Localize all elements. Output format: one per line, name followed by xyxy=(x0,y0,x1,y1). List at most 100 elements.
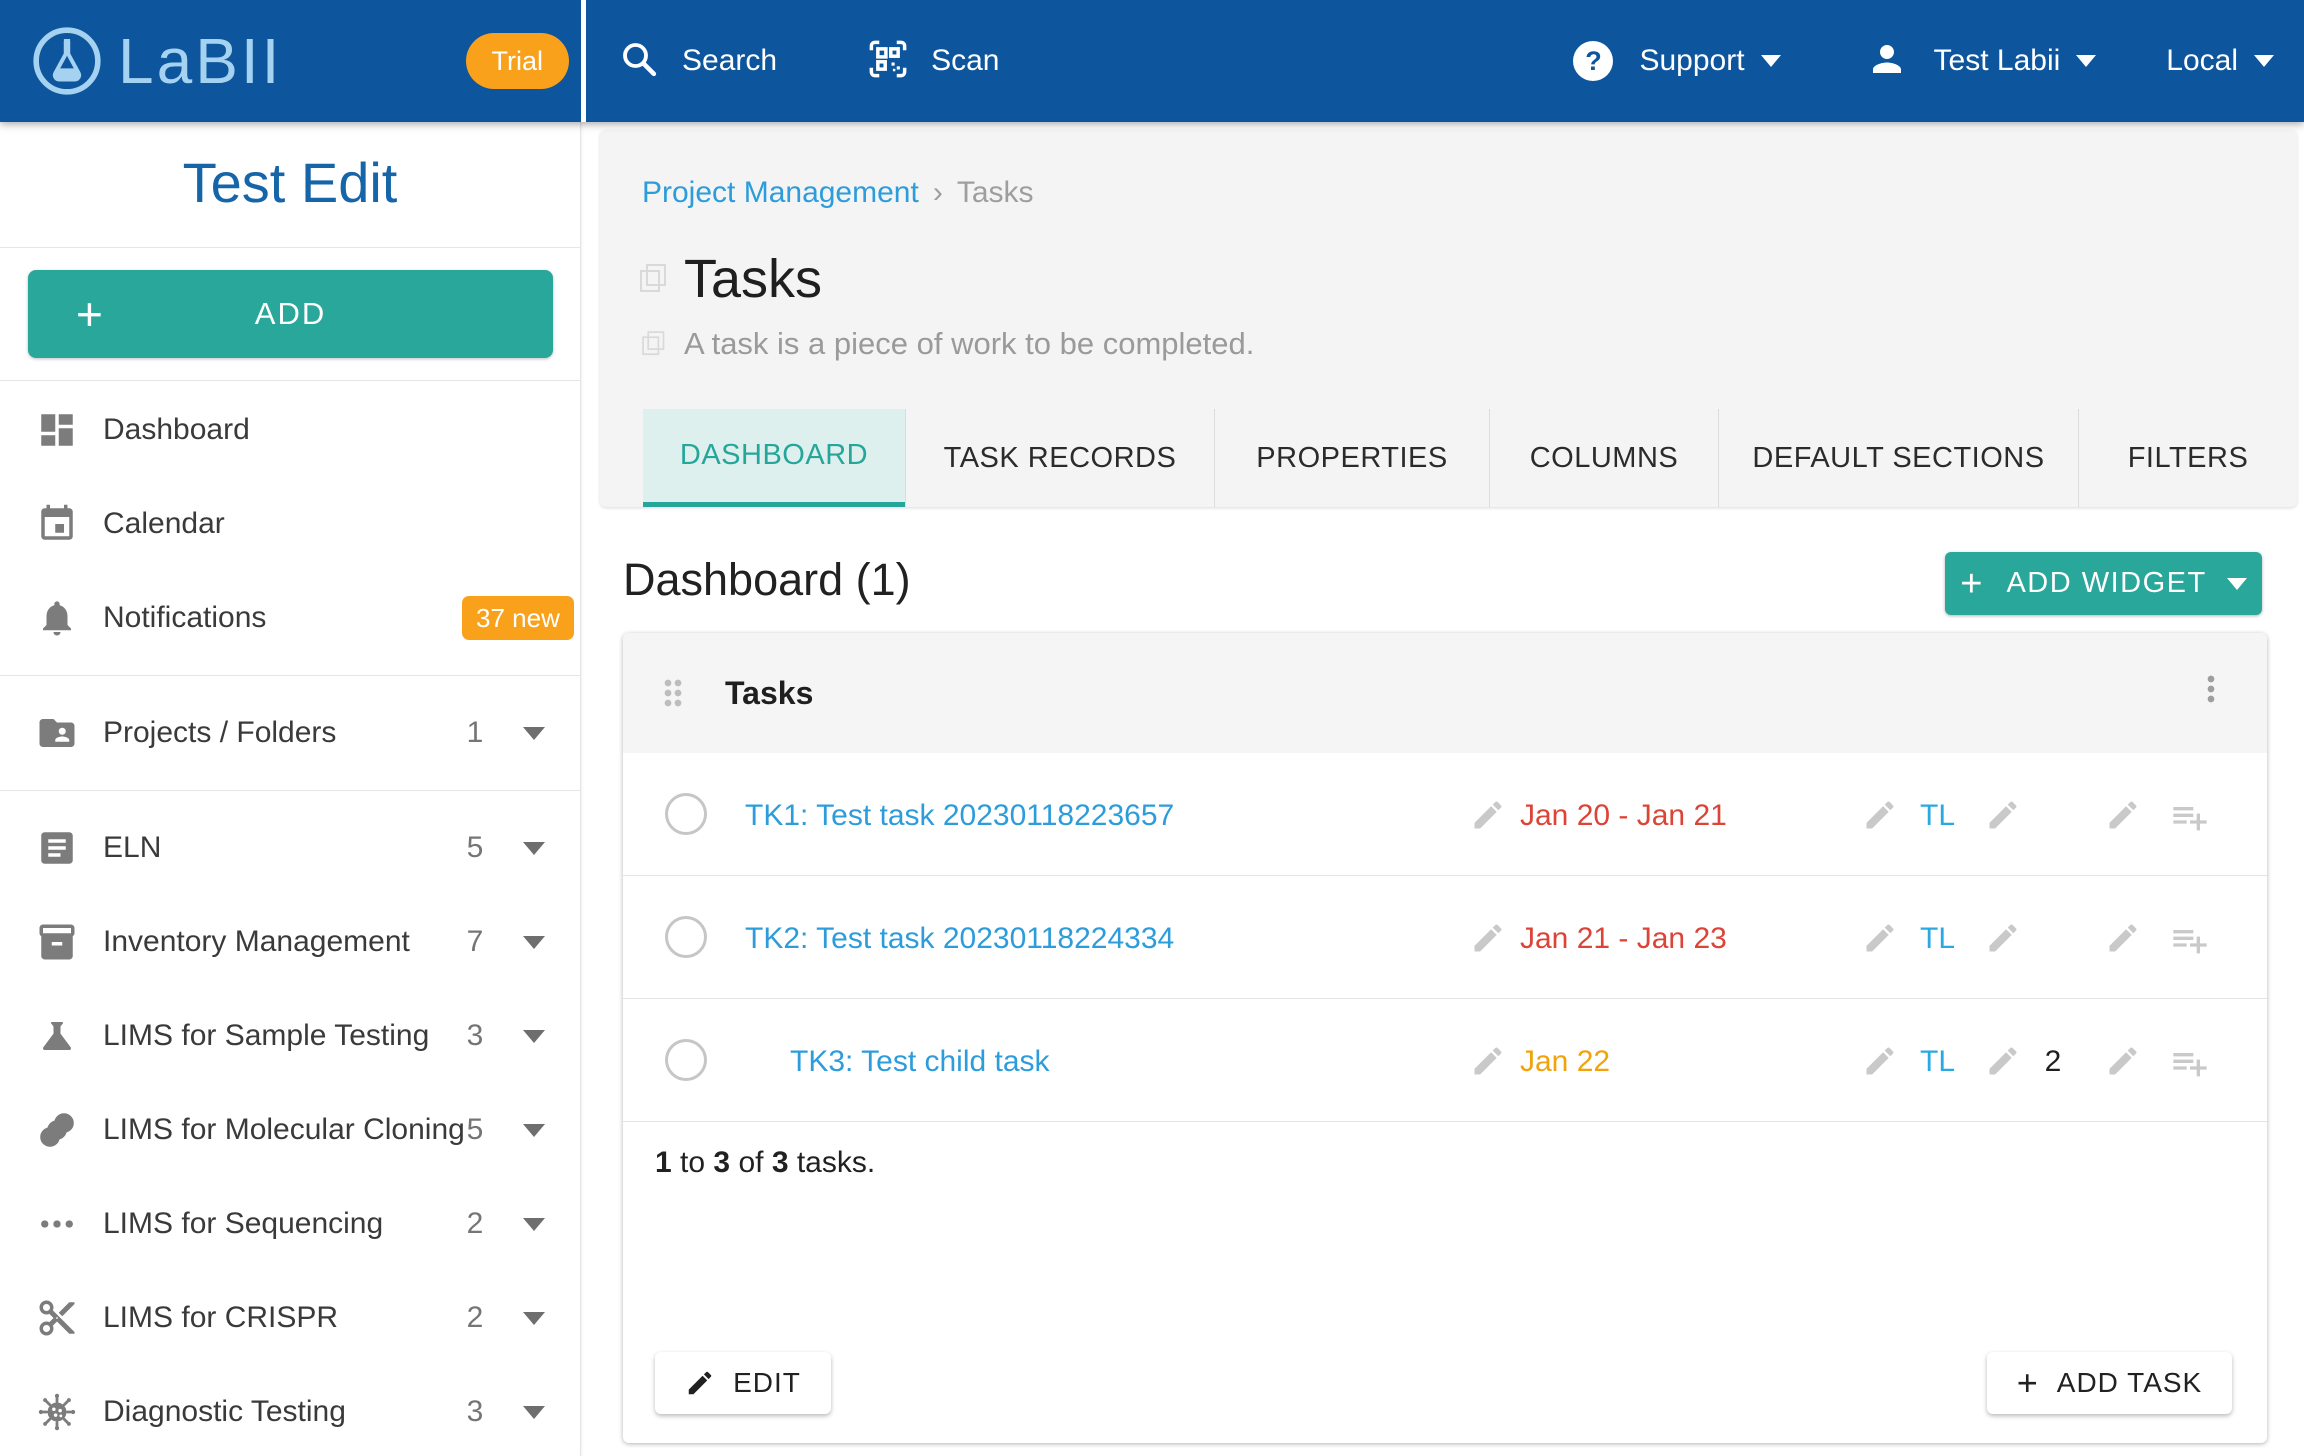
add-widget-label: ADD WIDGET xyxy=(2006,567,2207,599)
task-link[interactable]: TK2: Test task 20230118224334 xyxy=(745,922,1174,956)
pencil-icon[interactable] xyxy=(1862,797,1898,833)
task-dates[interactable]: Jan 22 xyxy=(1520,1045,1610,1079)
tab-bar: DASHBOARD TASK RECORDS PROPERTIES COLUMN… xyxy=(643,409,2297,507)
radio-icon[interactable] xyxy=(665,916,707,958)
chevron-down-icon[interactable] xyxy=(523,1123,545,1137)
trial-badge[interactable]: Trial xyxy=(465,33,569,89)
user-menu[interactable]: Test Labii xyxy=(1866,38,2097,85)
widget-footer: EDIT + ADD TASK xyxy=(623,1352,2267,1414)
sidebar-item-label: LIMS for Molecular Cloning xyxy=(103,1113,465,1146)
page-title: Tasks xyxy=(684,249,823,309)
kebab-menu-icon[interactable] xyxy=(2191,669,2231,714)
tab-default-sections[interactable]: DEFAULT SECTIONS xyxy=(1718,409,2078,507)
radio-icon[interactable] xyxy=(665,793,707,835)
tab-properties[interactable]: PROPERTIES xyxy=(1214,409,1489,507)
virus-icon xyxy=(35,1390,79,1434)
copy-icon[interactable] xyxy=(642,330,668,359)
assignee-link[interactable]: TL xyxy=(1920,1045,1955,1079)
sidebar-item-lims-crispr[interactable]: LIMS for CRISPR 2 xyxy=(0,1271,580,1365)
task-dates[interactable]: Jan 21 - Jan 23 xyxy=(1520,922,1727,956)
pencil-icon[interactable] xyxy=(2105,797,2141,833)
sidebar-item-inventory-management[interactable]: Inventory Management 7 xyxy=(0,895,580,989)
chevron-down-icon[interactable] xyxy=(523,935,545,949)
assignee-link[interactable]: TL xyxy=(1920,799,1955,833)
task-row: TK3: Test child task Jan 22 TL 2 xyxy=(623,999,2267,1122)
pencil-icon[interactable] xyxy=(1862,920,1898,956)
sidebar-item-lims-molecular-cloning[interactable]: LIMS for Molecular Cloning 5 xyxy=(0,1083,580,1177)
pencil-icon[interactable] xyxy=(1985,1043,2021,1079)
divider xyxy=(0,380,580,381)
sidebar-item-diagnostic-testing[interactable]: Diagnostic Testing 3 xyxy=(0,1365,580,1456)
header-menu: Search Scan ? Support Test Labii Local xyxy=(586,0,2304,122)
radio-icon[interactable] xyxy=(665,1039,707,1081)
logo-wordmark[interactable]: LaBII xyxy=(118,24,282,98)
task-link[interactable]: TK3: Test child task xyxy=(790,1045,1050,1079)
scan-label: Scan xyxy=(931,44,1000,77)
chevron-down-icon[interactable] xyxy=(523,1311,545,1325)
pencil-icon[interactable] xyxy=(1985,797,2021,833)
chevron-down-icon[interactable] xyxy=(523,726,545,740)
pencil-icon[interactable] xyxy=(2105,1043,2141,1079)
scan-button[interactable]: Scan xyxy=(867,38,999,85)
notifications-badge: 37 new xyxy=(462,596,574,640)
item-count: 3 xyxy=(466,1019,484,1052)
chevron-down-icon[interactable] xyxy=(523,841,545,855)
playlist-add-icon[interactable] xyxy=(2170,1043,2210,1088)
copy-icon[interactable] xyxy=(640,262,670,296)
sidebar-item-projects-folders[interactable]: Projects / Folders 1 xyxy=(0,686,580,780)
task-dates[interactable]: Jan 20 - Jan 21 xyxy=(1520,799,1727,833)
sidebar-item-lims-sample-testing[interactable]: LIMS for Sample Testing 3 xyxy=(0,989,580,1083)
add-widget-button[interactable]: + ADD WIDGET xyxy=(1945,552,2262,615)
logo-area: LaBII Trial xyxy=(0,0,581,122)
sidebar-item-notifications[interactable]: Notifications 37 new xyxy=(0,571,580,665)
task-row: TK1: Test task 20230118223657 Jan 20 - J… xyxy=(623,753,2267,876)
tab-filters[interactable]: FILTERS xyxy=(2078,409,2297,507)
widget-header: Tasks xyxy=(623,633,2267,753)
sidebar-item-label: LIMS for Sequencing xyxy=(103,1207,384,1240)
pencil-icon[interactable] xyxy=(1470,1043,1506,1079)
chevron-down-icon[interactable] xyxy=(523,1217,545,1231)
sidebar-item-eln[interactable]: ELN 5 xyxy=(0,801,580,895)
playlist-add-icon[interactable] xyxy=(2170,797,2210,842)
scissors-icon xyxy=(35,1296,79,1340)
item-count: 3 xyxy=(466,1395,484,1428)
drag-handle-icon[interactable] xyxy=(653,673,693,713)
item-count: 2 xyxy=(466,1301,484,1334)
pencil-icon[interactable] xyxy=(2105,920,2141,956)
tab-task-records[interactable]: TASK RECORDS xyxy=(905,409,1214,507)
sidebar-item-calendar[interactable]: Calendar xyxy=(0,477,580,571)
chevron-down-icon[interactable] xyxy=(523,1029,545,1043)
add-task-button[interactable]: + ADD TASK xyxy=(1987,1352,2232,1414)
sidebar-item-lims-sequencing[interactable]: LIMS for Sequencing 2 xyxy=(0,1177,580,1271)
task-link[interactable]: TK1: Test task 20230118223657 xyxy=(745,799,1174,833)
support-menu[interactable]: ? Support xyxy=(1573,41,1781,81)
environment-label: Local xyxy=(2166,44,2238,77)
tab-dashboard[interactable]: DASHBOARD xyxy=(643,409,905,507)
breadcrumb-parent-link[interactable]: Project Management xyxy=(642,176,919,210)
dashboard-heading: Dashboard (1) xyxy=(623,554,911,605)
sidebar-item-label: Calendar xyxy=(103,507,225,540)
chevron-down-icon xyxy=(2076,55,2097,67)
help-icon: ? xyxy=(1573,41,1614,81)
rings-icon xyxy=(35,1108,79,1152)
pencil-icon[interactable] xyxy=(1470,797,1506,833)
pencil-icon[interactable] xyxy=(1985,920,2021,956)
sidebar-item-dashboard[interactable]: Dashboard xyxy=(0,383,580,477)
playlist-add-icon[interactable] xyxy=(2170,920,2210,965)
document-icon xyxy=(35,826,79,870)
divider xyxy=(0,247,580,248)
environment-menu[interactable]: Local xyxy=(2166,44,2274,78)
breadcrumb-current: Tasks xyxy=(956,176,1034,209)
qr-scan-icon xyxy=(867,38,909,85)
search-button[interactable]: Search xyxy=(618,38,777,85)
pencil-icon[interactable] xyxy=(1862,1043,1898,1079)
labii-app: LaBII Trial Search Scan ? Support Test L… xyxy=(0,0,2304,1456)
sidebar: Test Edit + ADD Dashboard Calendar Notif… xyxy=(0,122,581,1456)
assignee-link[interactable]: TL xyxy=(1920,922,1955,956)
chevron-down-icon[interactable] xyxy=(523,1405,545,1419)
labii-logo-icon[interactable] xyxy=(30,24,104,98)
tab-columns[interactable]: COLUMNS xyxy=(1489,409,1718,507)
add-button[interactable]: + ADD xyxy=(28,270,553,358)
pencil-icon[interactable] xyxy=(1470,920,1506,956)
edit-button[interactable]: EDIT xyxy=(655,1352,831,1414)
